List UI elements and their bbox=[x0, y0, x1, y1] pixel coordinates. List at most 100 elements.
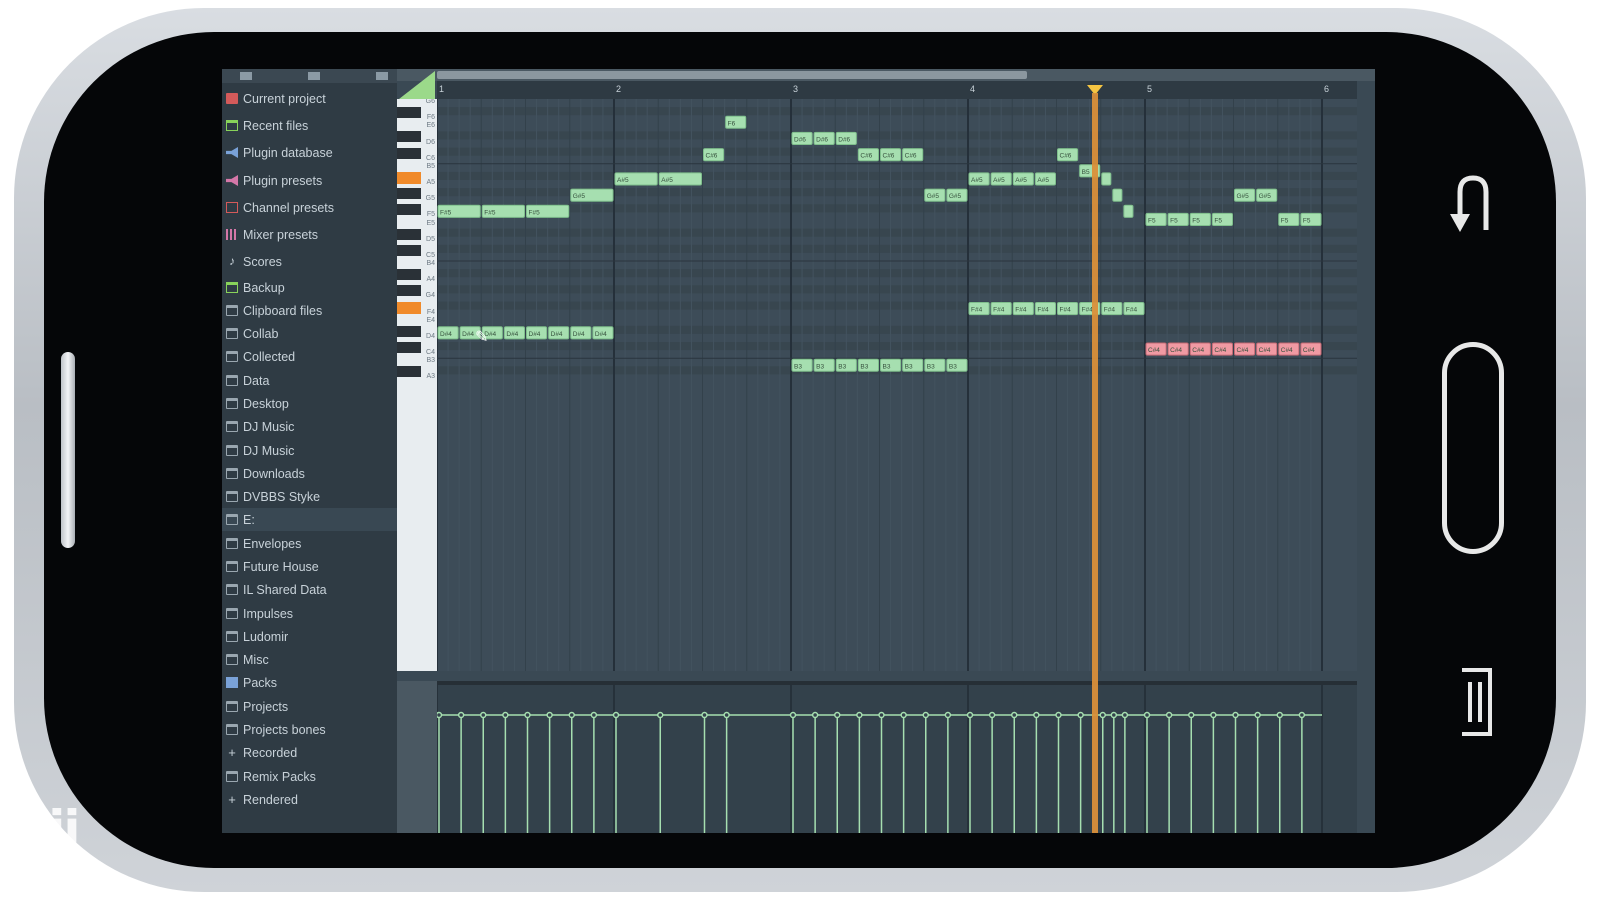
velocity-handle[interactable] bbox=[1210, 711, 1217, 719]
browser-item[interactable]: Recent files bbox=[222, 114, 397, 137]
browser-item[interactable]: Plugin presets bbox=[222, 169, 397, 192]
velocity-handle[interactable] bbox=[480, 711, 487, 719]
velocity-handle[interactable] bbox=[1232, 711, 1239, 719]
velocity-handle[interactable] bbox=[1143, 711, 1151, 719]
browser-item[interactable]: Data bbox=[222, 369, 397, 392]
browser-item[interactable]: Ludomir bbox=[222, 625, 397, 648]
velocity-handle[interactable] bbox=[435, 711, 443, 719]
velocity-handle[interactable] bbox=[878, 711, 885, 719]
black-key[interactable] bbox=[397, 147, 421, 159]
note-grid[interactable]: F#5 F#5 F#5 G#5 A#5 A#5 C#6 F6 D#6 D#6 D#6 C#6 C#6 C#… bbox=[437, 99, 1357, 671]
velocity-handle[interactable] bbox=[1055, 711, 1062, 719]
velocity-handle[interactable] bbox=[1298, 711, 1306, 719]
velocity-handle[interactable] bbox=[834, 711, 841, 719]
velocity-handle[interactable] bbox=[1033, 711, 1040, 719]
horizontal-scrollbar[interactable] bbox=[397, 69, 1375, 81]
browser-item[interactable]: Projects bbox=[222, 695, 397, 718]
black-key[interactable] bbox=[397, 107, 421, 119]
browser-item[interactable]: DVBBS Styke bbox=[222, 485, 397, 508]
browser-item[interactable]: Mixer presets bbox=[222, 223, 397, 246]
bar-ruler[interactable]: 1 2 3 4 5 6 bbox=[437, 81, 1357, 99]
velocity-handle[interactable] bbox=[457, 711, 465, 719]
velocity-handle[interactable] bbox=[524, 711, 531, 719]
velocity-handle[interactable] bbox=[546, 711, 553, 719]
browser-item[interactable]: DJ Music bbox=[222, 439, 397, 462]
black-key[interactable] bbox=[397, 188, 421, 200]
delete-icon[interactable] bbox=[308, 72, 320, 80]
browser-item[interactable]: ♪ Scores bbox=[222, 250, 397, 273]
velocity-handle[interactable] bbox=[590, 711, 598, 719]
velocity-handle[interactable] bbox=[1276, 711, 1283, 719]
browser-item[interactable]: Clipboard files bbox=[222, 299, 397, 322]
velocity-handle[interactable] bbox=[1165, 711, 1173, 719]
browser-item[interactable]: Envelopes bbox=[222, 532, 397, 555]
velocity-handle[interactable] bbox=[922, 711, 929, 719]
black-key[interactable] bbox=[397, 342, 421, 353]
browser-item[interactable]: Channel presets bbox=[222, 196, 397, 219]
browser-item[interactable]: DJ Music bbox=[222, 415, 397, 438]
highlighted-key[interactable] bbox=[397, 301, 421, 314]
velocity-handle[interactable] bbox=[944, 711, 952, 719]
browser-item[interactable]: E: bbox=[222, 508, 397, 531]
browser-item[interactable]: Impulses bbox=[222, 602, 397, 625]
browser-item[interactable]: IL Shared Data bbox=[222, 578, 397, 601]
scrollbar-thumb[interactable] bbox=[437, 71, 1027, 79]
browser-item[interactable]: Plugin database bbox=[222, 141, 397, 164]
highlighted-key[interactable] bbox=[397, 171, 421, 184]
black-key[interactable] bbox=[397, 244, 421, 256]
velocity-handle[interactable] bbox=[723, 711, 730, 719]
menu-icon[interactable] bbox=[1458, 666, 1494, 738]
black-key[interactable] bbox=[397, 228, 421, 240]
settings-icon[interactable] bbox=[376, 72, 388, 80]
black-key[interactable] bbox=[397, 325, 421, 337]
black-key[interactable] bbox=[397, 204, 421, 216]
browser-item[interactable]: Current project bbox=[222, 87, 397, 110]
note[interactable] bbox=[1112, 188, 1123, 202]
black-key[interactable] bbox=[397, 269, 421, 281]
velocity-handle[interactable] bbox=[657, 711, 664, 719]
black-key[interactable] bbox=[397, 366, 421, 378]
piano-keyboard[interactable]: G6 F6 E6 D6 C6 B5 A5 G5 F5 E5 D5 C5 B4 A4 G4 F4 E4 D4 C4 B3… bbox=[397, 99, 437, 671]
browser-item[interactable]: Downloads bbox=[222, 462, 397, 485]
browser-item[interactable]: + Recorded bbox=[222, 741, 397, 764]
browser-item[interactable]: Collected bbox=[222, 345, 397, 368]
velocity-handle[interactable] bbox=[502, 711, 509, 719]
velocity-handle[interactable] bbox=[811, 711, 819, 719]
velocity-handle[interactable] bbox=[612, 711, 620, 719]
velocity-handle[interactable] bbox=[1077, 711, 1084, 719]
velocity-handle[interactable] bbox=[988, 711, 996, 719]
velocity-handle[interactable] bbox=[1254, 711, 1261, 719]
note[interactable] bbox=[1123, 204, 1134, 218]
velocity-handle[interactable] bbox=[900, 711, 907, 719]
black-key[interactable] bbox=[397, 131, 421, 143]
browser-item[interactable]: Projects bones bbox=[222, 718, 397, 741]
playhead[interactable] bbox=[1092, 93, 1099, 833]
browser-item[interactable]: Remix Packs bbox=[222, 765, 397, 788]
browser-item[interactable]: Backup bbox=[222, 276, 397, 299]
browser-item[interactable]: Collab bbox=[222, 322, 397, 345]
back-icon[interactable] bbox=[1448, 170, 1498, 240]
velocity-editor[interactable] bbox=[435, 681, 1357, 833]
velocity-handle[interactable] bbox=[1121, 711, 1129, 719]
velocity-handle[interactable] bbox=[1188, 711, 1195, 719]
velocity-handle[interactable] bbox=[701, 711, 708, 719]
black-key[interactable] bbox=[397, 285, 421, 297]
velocity-handle[interactable] bbox=[856, 711, 863, 719]
velocity-handle[interactable] bbox=[1099, 711, 1106, 719]
browser-item[interactable]: + Rendered bbox=[222, 788, 397, 811]
browser-item[interactable]: Desktop bbox=[222, 392, 397, 415]
home-button[interactable] bbox=[1442, 342, 1504, 554]
browser-item-label: Remix Packs bbox=[243, 769, 316, 784]
browser-item[interactable]: Future House bbox=[222, 555, 397, 578]
folder-icon bbox=[226, 305, 238, 316]
note[interactable] bbox=[1101, 172, 1112, 186]
browser-item[interactable]: Packs bbox=[222, 671, 397, 694]
velocity-handle[interactable] bbox=[789, 711, 797, 719]
browser-item[interactable]: Misc bbox=[222, 648, 397, 671]
velocity-handle[interactable] bbox=[1011, 711, 1018, 719]
velocity-handle[interactable] bbox=[966, 711, 974, 719]
velocity-handle[interactable] bbox=[1110, 711, 1118, 719]
bar-number: 4 bbox=[970, 84, 976, 94]
collapse-icon[interactable] bbox=[240, 72, 252, 80]
velocity-handle[interactable] bbox=[568, 711, 575, 719]
